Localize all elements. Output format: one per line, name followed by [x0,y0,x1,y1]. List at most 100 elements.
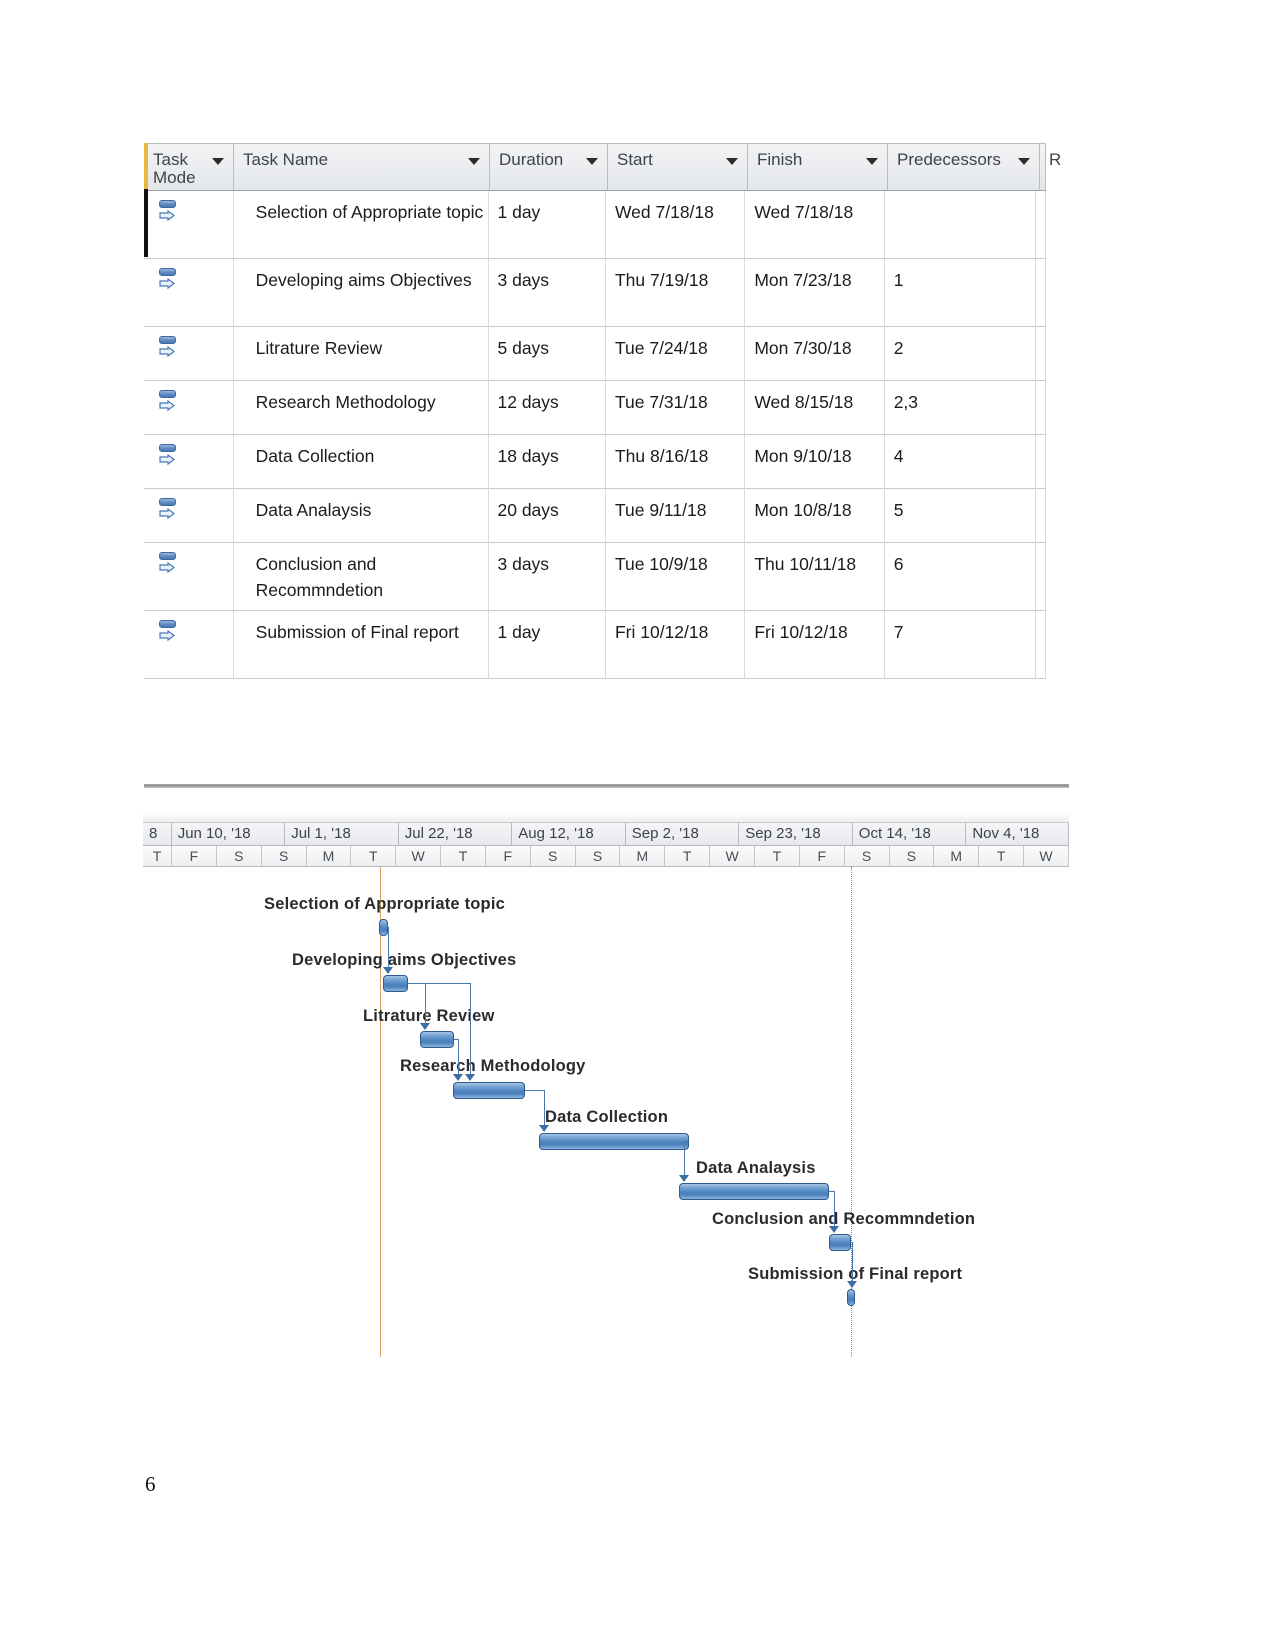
cell-task-name[interactable]: Submission of Final report [233,611,489,679]
cell-finish[interactable]: Fri 10/12/18 [745,611,885,679]
cell-resource[interactable] [1036,489,1046,543]
cell-task-mode[interactable] [144,191,234,259]
chevron-down-icon[interactable] [726,158,738,165]
cell-start[interactable]: Fri 10/12/18 [605,611,746,679]
timeline-major-tick: 8 [143,823,172,845]
cell-duration[interactable]: 5 days [488,327,606,381]
column-header-task-name[interactable]: Task Name [234,144,490,190]
gantt-bar[interactable] [453,1082,525,1099]
table-row[interactable]: Data Analaysis 20 days Tue 9/11/18 Mon 10/8… [144,489,1046,543]
cell-start[interactable]: Thu 8/16/18 [605,435,746,489]
cell-finish[interactable]: Thu 10/11/18 [745,543,885,611]
gantt-bar[interactable] [539,1133,689,1150]
column-header-start-label: Start [617,150,653,169]
gantt-bar[interactable] [829,1234,851,1251]
column-header-finish[interactable]: Finish [748,144,888,190]
cell-finish[interactable]: Wed 7/18/18 [745,191,885,259]
cell-predecessors[interactable]: 7 [884,611,1036,679]
cell-resource[interactable] [1036,259,1046,327]
cell-predecessors[interactable] [884,191,1036,259]
gantt-bar-label: Conclusion and Recommndetion [712,1210,976,1228]
timeline-minor-tick: F [800,846,845,866]
timeline-minor-scale: TFSSMTWTFSSMTWTFSSMTW [143,846,1069,867]
cell-task-name[interactable]: Conclusion and Recommndetion [233,543,489,611]
cell-start[interactable]: Tue 10/9/18 [605,543,746,611]
cell-resource[interactable] [1036,381,1046,435]
timeline-minor-tick: S [890,846,935,866]
chevron-down-icon[interactable] [212,158,224,165]
column-header-predecessors[interactable]: Predecessors [888,144,1040,190]
cell-duration[interactable]: 3 days [488,259,606,327]
column-header-resource-truncated[interactable]: R [1040,144,1061,190]
cell-task-name[interactable]: Research Methodology [233,381,489,435]
cell-duration[interactable]: 1 day [488,191,606,259]
cell-task-mode[interactable] [144,435,234,489]
timeline-major-tick: Sep 2, '18 [626,823,740,845]
cell-predecessors[interactable]: 2 [884,327,1036,381]
cell-duration[interactable]: 18 days [488,435,606,489]
cell-task-name[interactable]: Selection of Appropriate topic [233,191,489,259]
cell-finish[interactable]: Mon 10/8/18 [745,489,885,543]
chevron-down-icon[interactable] [468,158,480,165]
cell-task-mode[interactable] [144,327,234,381]
gantt-bar[interactable] [420,1031,454,1048]
cell-task-name[interactable]: Developing aims Objectives [233,259,489,327]
cell-duration[interactable]: 20 days [488,489,606,543]
gantt-bar[interactable] [379,919,388,936]
cell-predecessors[interactable]: 1 [884,259,1036,327]
chevron-down-icon[interactable] [866,158,878,165]
gantt-bar[interactable] [679,1183,829,1200]
cell-task-mode[interactable] [144,611,234,679]
cell-resource[interactable] [1036,191,1046,259]
cell-task-name[interactable]: Data Analaysis [233,489,489,543]
timeline-minor-tick: S [845,846,890,866]
gantt-bar[interactable] [847,1289,855,1306]
cell-task-mode[interactable] [144,543,234,611]
cell-start[interactable]: Thu 7/19/18 [605,259,746,327]
cell-duration[interactable]: 3 days [488,543,606,611]
gantt-chart: 8 Jun 10, '18 Jul 1, '18 Jul 22, '18 Aug 12,… [143,812,1069,1357]
cell-start[interactable]: Tue 7/24/18 [605,327,746,381]
cell-duration[interactable]: 1 day [488,611,606,679]
table-row[interactable]: Conclusion and Recommndetion 3 days Tue 10… [144,543,1046,611]
table-row[interactable]: Research Methodology 12 days Tue 7/31/18 We… [144,381,1046,435]
cell-task-mode[interactable] [144,259,234,327]
arrow-icon [383,967,393,974]
cell-start[interactable]: Tue 7/31/18 [605,381,746,435]
arrow-icon [679,1175,689,1182]
column-header-start[interactable]: Start [608,144,748,190]
cell-finish[interactable]: Mon 7/23/18 [745,259,885,327]
gantt-bar[interactable] [383,975,408,992]
cell-task-mode[interactable] [144,381,234,435]
chevron-down-icon[interactable] [586,158,598,165]
cell-task-name[interactable]: Litrature Review [233,327,489,381]
table-row[interactable]: Selection of Appropriate topic 1 day Wed 7… [144,191,1046,259]
timeline-minor-tick: T [979,846,1025,866]
cell-finish[interactable]: Mon 7/30/18 [745,327,885,381]
cell-finish[interactable]: Mon 9/10/18 [745,435,885,489]
cell-duration[interactable]: 12 days [488,381,606,435]
table-row[interactable]: Litrature Review 5 days Tue 7/24/18 Mon 7/3… [144,327,1046,381]
timeline-major-tick: Sep 23, '18 [739,823,853,845]
column-header-duration[interactable]: Duration [490,144,608,190]
section-divider [144,784,1069,788]
table-row[interactable]: Data Collection 18 days Thu 8/16/18 Mon 9/1… [144,435,1046,489]
timeline-minor-tick: T [665,846,711,866]
cell-resource[interactable] [1036,543,1046,611]
cell-predecessors[interactable]: 4 [884,435,1036,489]
cell-task-name[interactable]: Data Collection [233,435,489,489]
cell-predecessors[interactable]: 2,3 [884,381,1036,435]
table-row[interactable]: Submission of Final report 1 day Fri 10/12… [144,611,1046,679]
cell-task-mode[interactable] [144,489,234,543]
cell-resource[interactable] [1036,327,1046,381]
cell-predecessors[interactable]: 6 [884,543,1036,611]
cell-start[interactable]: Wed 7/18/18 [605,191,746,259]
cell-start[interactable]: Tue 9/11/18 [605,489,746,543]
cell-predecessors[interactable]: 5 [884,489,1036,543]
table-row[interactable]: Developing aims Objectives 3 days Thu 7/19… [144,259,1046,327]
cell-resource[interactable] [1036,611,1046,679]
chevron-down-icon[interactable] [1018,158,1030,165]
cell-resource[interactable] [1036,435,1046,489]
cell-finish[interactable]: Wed 8/15/18 [745,381,885,435]
column-header-task-mode[interactable]: Task Mode [144,144,234,190]
